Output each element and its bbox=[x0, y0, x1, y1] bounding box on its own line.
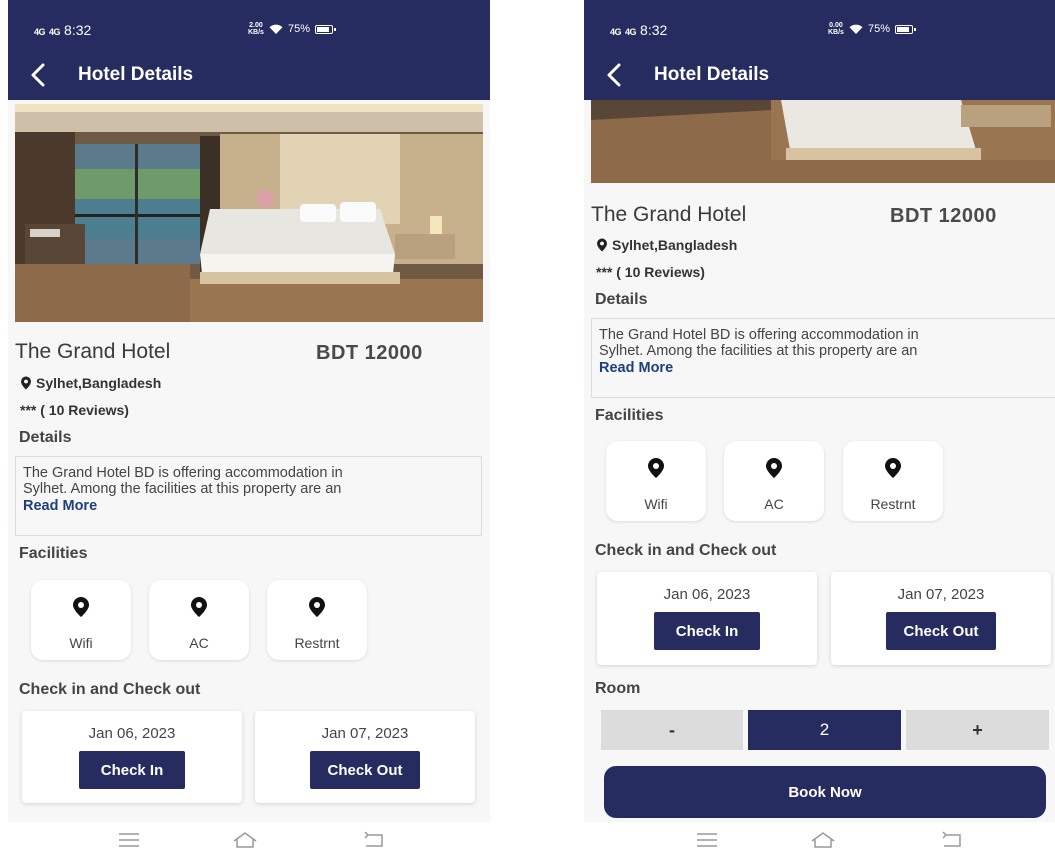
facility-ac[interactable]: AC bbox=[724, 441, 824, 521]
facility-label: Restrnt bbox=[870, 496, 916, 512]
network-indicator: 4G bbox=[34, 27, 46, 37]
net-speed: 2.00 KB/s bbox=[248, 22, 264, 36]
details-box: The Grand Hotel BD is offering accommoda… bbox=[15, 456, 482, 536]
facility-restaurant[interactable]: Restrnt bbox=[843, 441, 943, 521]
location-pin-icon bbox=[885, 458, 901, 478]
app-bar: Hotel Details bbox=[8, 50, 490, 100]
hotel-reviews: *** ( 10 Reviews) bbox=[596, 264, 705, 280]
read-more-link[interactable]: Read More bbox=[599, 360, 1053, 376]
location-pin-icon bbox=[73, 597, 89, 617]
location-pin-icon bbox=[21, 376, 31, 390]
status-bar: 4G 4G 8:32 2.00 KB/s 75% bbox=[8, 0, 490, 50]
checkin-card: Jan 06, 2023 Check In bbox=[22, 711, 242, 803]
checkout-date: Jan 07, 2023 bbox=[897, 586, 985, 603]
hotel-reviews: *** ( 10 Reviews) bbox=[20, 402, 129, 418]
hotel-name: The Grand Hotel bbox=[591, 203, 747, 226]
room-count: 2 bbox=[748, 710, 901, 750]
checkout-date: Jan 07, 2023 bbox=[321, 725, 409, 742]
check-out-button[interactable]: Check Out bbox=[310, 751, 420, 789]
hotel-name: The Grand Hotel bbox=[15, 340, 171, 363]
check-out-button[interactable]: Check Out bbox=[886, 612, 996, 650]
battery-icon bbox=[894, 24, 916, 34]
details-text: Sylhet. Among the facilities at this pro… bbox=[23, 481, 342, 497]
app-bar: Hotel Details bbox=[584, 50, 1055, 100]
hotel-location: Sylhet,Bangladesh bbox=[596, 237, 737, 253]
phone-screen-right: 4G 4G 8:32 0.00 KB/s 75% Hotel Details Th… bbox=[584, 0, 1055, 856]
facility-label: AC bbox=[764, 496, 784, 512]
back-nav-icon[interactable] bbox=[362, 831, 388, 849]
facility-ac[interactable]: AC bbox=[149, 580, 249, 660]
network-indicator: 4G bbox=[625, 27, 637, 37]
hotel-price: BDT 12000 bbox=[890, 205, 997, 227]
facilities-heading: Facilities bbox=[19, 545, 88, 562]
home-icon[interactable] bbox=[810, 831, 836, 849]
room-decrement-button[interactable]: - bbox=[601, 710, 743, 750]
system-nav-bar bbox=[8, 822, 490, 856]
details-heading: Details bbox=[19, 429, 72, 446]
home-icon[interactable] bbox=[232, 831, 258, 849]
location-pin-icon bbox=[766, 458, 782, 478]
net-speed: 0.00 KB/s bbox=[828, 22, 844, 36]
details-text: The Grand Hotel BD is offering accommoda… bbox=[23, 465, 343, 481]
details-text: The Grand Hotel BD is offering accommoda… bbox=[599, 327, 919, 343]
facility-label: Wifi bbox=[69, 635, 93, 651]
facility-label: Restrnt bbox=[294, 635, 340, 651]
facilities-heading: Facilities bbox=[595, 407, 664, 424]
wifi-icon bbox=[269, 24, 283, 34]
status-time: 8:32 bbox=[64, 22, 92, 38]
network-indicator: 4G bbox=[49, 27, 61, 37]
check-in-button[interactable]: Check In bbox=[654, 612, 760, 650]
location-pin-icon bbox=[309, 597, 325, 617]
details-heading: Details bbox=[595, 291, 648, 308]
checkin-heading: Check in and Check out bbox=[595, 542, 777, 559]
facility-label: Wifi bbox=[644, 496, 668, 512]
back-nav-icon[interactable] bbox=[940, 831, 966, 849]
hotel-location: Sylhet,Bangladesh bbox=[20, 375, 161, 391]
facility-restaurant[interactable]: Restrnt bbox=[267, 580, 367, 660]
battery-percent: 75% bbox=[287, 23, 310, 35]
facility-wifi[interactable]: Wifi bbox=[31, 580, 131, 660]
status-time: 8:32 bbox=[640, 22, 668, 38]
menu-icon[interactable] bbox=[694, 831, 720, 849]
location-pin-icon bbox=[191, 597, 207, 617]
network-indicator: 4G bbox=[610, 27, 622, 37]
back-arrow-icon[interactable] bbox=[26, 62, 52, 88]
battery-icon bbox=[314, 24, 336, 34]
details-text: Sylhet. Among the facilities at this pro… bbox=[599, 343, 918, 359]
page-title: Hotel Details bbox=[654, 64, 770, 85]
checkout-card: Jan 07, 2023 Check Out bbox=[831, 572, 1051, 665]
facility-wifi[interactable]: Wifi bbox=[606, 441, 706, 521]
battery-percent: 75% bbox=[867, 23, 890, 35]
wifi-icon bbox=[849, 24, 863, 34]
room-increment-button[interactable]: + bbox=[906, 710, 1049, 750]
hotel-room-image bbox=[15, 104, 483, 322]
check-in-button[interactable]: Check In bbox=[79, 751, 185, 789]
page-title: Hotel Details bbox=[78, 64, 194, 85]
phone-screen-left: 4G 4G 8:32 2.00 KB/s 75% Hotel Details T… bbox=[8, 0, 490, 856]
details-box: The Grand Hotel BD is offering accommoda… bbox=[591, 318, 1055, 398]
menu-icon[interactable] bbox=[116, 831, 142, 849]
hotel-price: BDT 12000 bbox=[316, 342, 423, 364]
room-heading: Room bbox=[595, 680, 641, 697]
location-pin-icon bbox=[597, 238, 607, 252]
read-more-link[interactable]: Read More bbox=[23, 498, 474, 514]
book-now-button[interactable]: Book Now bbox=[604, 766, 1046, 818]
status-bar: 4G 4G 8:32 0.00 KB/s 75% bbox=[584, 0, 1055, 50]
location-pin-icon bbox=[648, 458, 664, 478]
back-arrow-icon[interactable] bbox=[602, 62, 628, 88]
checkout-card: Jan 07, 2023 Check Out bbox=[255, 711, 475, 803]
system-nav-bar bbox=[584, 822, 1055, 856]
checkin-date: Jan 06, 2023 bbox=[88, 725, 176, 742]
checkin-card: Jan 06, 2023 Check In bbox=[597, 572, 817, 665]
facility-label: AC bbox=[189, 635, 209, 651]
hotel-room-image bbox=[591, 100, 1055, 183]
checkin-heading: Check in and Check out bbox=[19, 681, 201, 698]
checkin-date: Jan 06, 2023 bbox=[663, 586, 751, 603]
